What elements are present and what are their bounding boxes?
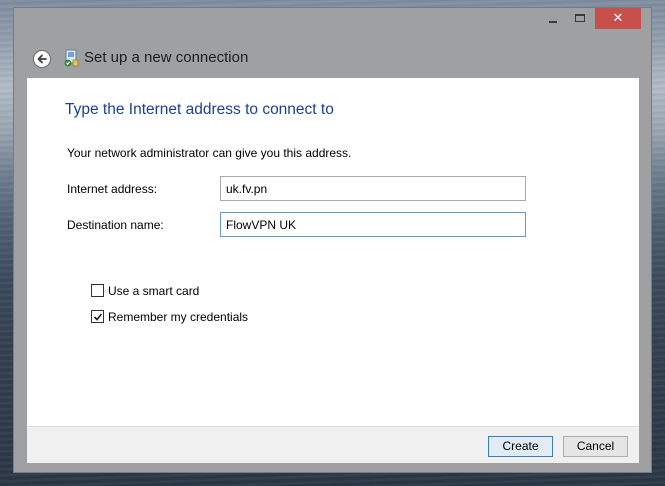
destination-name-input[interactable] [220,212,526,237]
wizard-window: ✕ Set up a new connection Type the Inter… [13,7,652,473]
wizard-content: Type the Internet address to connect to … [27,78,639,426]
page-title: Type the Internet address to connect to [65,101,334,118]
wizard-title: Set up a new connection [84,49,249,66]
remember-credentials-label[interactable]: Remember my credentials [108,309,248,325]
back-arrow-icon [37,54,47,64]
remember-credentials-checkbox[interactable] [91,310,104,323]
internet-address-input[interactable] [220,176,526,201]
maximize-icon [575,14,585,22]
minimize-icon [549,21,557,23]
internet-address-label: Internet address: [67,182,158,196]
wizard-header: Set up a new connection [14,38,651,78]
maximize-button[interactable] [566,8,594,29]
cancel-button[interactable]: Cancel [563,436,628,457]
smart-card-label[interactable]: Use a smart card [108,283,199,299]
back-button[interactable] [33,50,51,68]
destination-name-label: Destination name: [67,218,164,232]
close-button[interactable]: ✕ [595,8,641,29]
close-icon: ✕ [612,11,624,26]
checkmark-icon [93,313,103,321]
network-connection-icon [64,49,79,67]
smart-card-checkbox[interactable] [91,284,104,297]
wizard-footer: Create Cancel [27,426,639,463]
minimize-button[interactable] [540,8,566,29]
title-bar: ✕ [14,8,651,38]
create-button[interactable]: Create [488,436,553,457]
page-description: Your network administrator can give you … [67,146,352,160]
